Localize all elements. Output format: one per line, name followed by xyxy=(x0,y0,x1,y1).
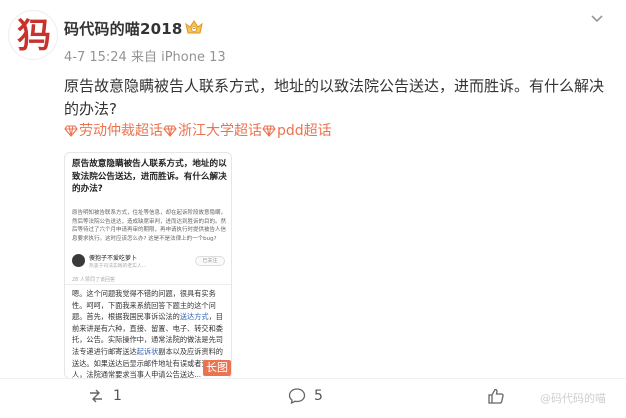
diamond-icon xyxy=(262,125,276,137)
answer-author-bio: 热衷于司法实践的老实人... xyxy=(89,264,147,269)
long-image-thumbnail[interactable]: 原告故意隐瞒被告人联系方式，地址的以致法院公告送达，进而胜诉。有什么解决的办法?… xyxy=(64,152,232,379)
like-button[interactable] xyxy=(487,386,527,406)
topic-tag[interactable]: pdd超话 xyxy=(262,121,332,141)
chevron-down-icon[interactable] xyxy=(589,12,605,26)
thumbs-up-icon xyxy=(488,388,504,404)
approve-count: 28 人赞同了该回答 xyxy=(72,277,115,283)
answer-author-avatar xyxy=(72,254,85,267)
comment-button[interactable]: 5 xyxy=(288,386,348,406)
avatar-char: 犸 xyxy=(17,16,51,56)
topic-tag-label: 浙江大学超话 xyxy=(178,123,262,139)
topic-tags: 劳动仲裁超话 浙江大学超话 pdd超话 xyxy=(64,121,332,141)
long-image-body: 原告明知被告联系方式，住址等信息，却在起诉阶段故意隐瞒，然后等法院公告送达，造成… xyxy=(72,210,227,242)
vip-crown-icon[interactable] xyxy=(184,18,204,36)
topic-tag-label: 劳动仲裁超话 xyxy=(79,123,163,139)
long-image-badge: 长图 xyxy=(203,360,231,376)
answer-link: 送达方式 xyxy=(179,312,209,322)
post-content: 原告故意隐瞒被告人联系方式，地址的以致法院公告送达，进而胜诉。有什么解决的办法? xyxy=(64,77,605,118)
comment-icon xyxy=(288,388,306,405)
username[interactable]: 码代码的喵2018 xyxy=(64,18,183,39)
topic-tag[interactable]: 劳动仲裁超话 xyxy=(64,121,163,141)
avatar[interactable]: 犸 xyxy=(8,10,58,60)
post-meta: 4-7 15:24 来自 iPhone 13 xyxy=(64,50,226,65)
share-icon xyxy=(90,389,102,403)
long-image-divider xyxy=(65,284,231,285)
answer-author-name: 傻狍子不爱吃萝卜 xyxy=(89,255,138,262)
topic-tag[interactable]: 浙江大学超话 xyxy=(163,121,262,141)
watermark: @码代码的喵 xyxy=(540,392,606,405)
diamond-icon xyxy=(163,125,177,137)
answer-link: 起诉状 xyxy=(136,346,159,356)
share-count: 1 xyxy=(113,388,122,404)
long-image-title: 原告故意隐瞒被告人联系方式，地址的以致法院公告送达，进而胜诉。有什么解决的办法? xyxy=(72,159,227,194)
share-button[interactable]: 1 xyxy=(87,386,147,406)
diamond-icon xyxy=(64,125,78,137)
action-divider xyxy=(0,378,626,379)
topic-tag-label: pdd超话 xyxy=(277,123,332,139)
comment-count: 5 xyxy=(314,388,323,404)
follow-status: 已关注 xyxy=(195,256,225,266)
